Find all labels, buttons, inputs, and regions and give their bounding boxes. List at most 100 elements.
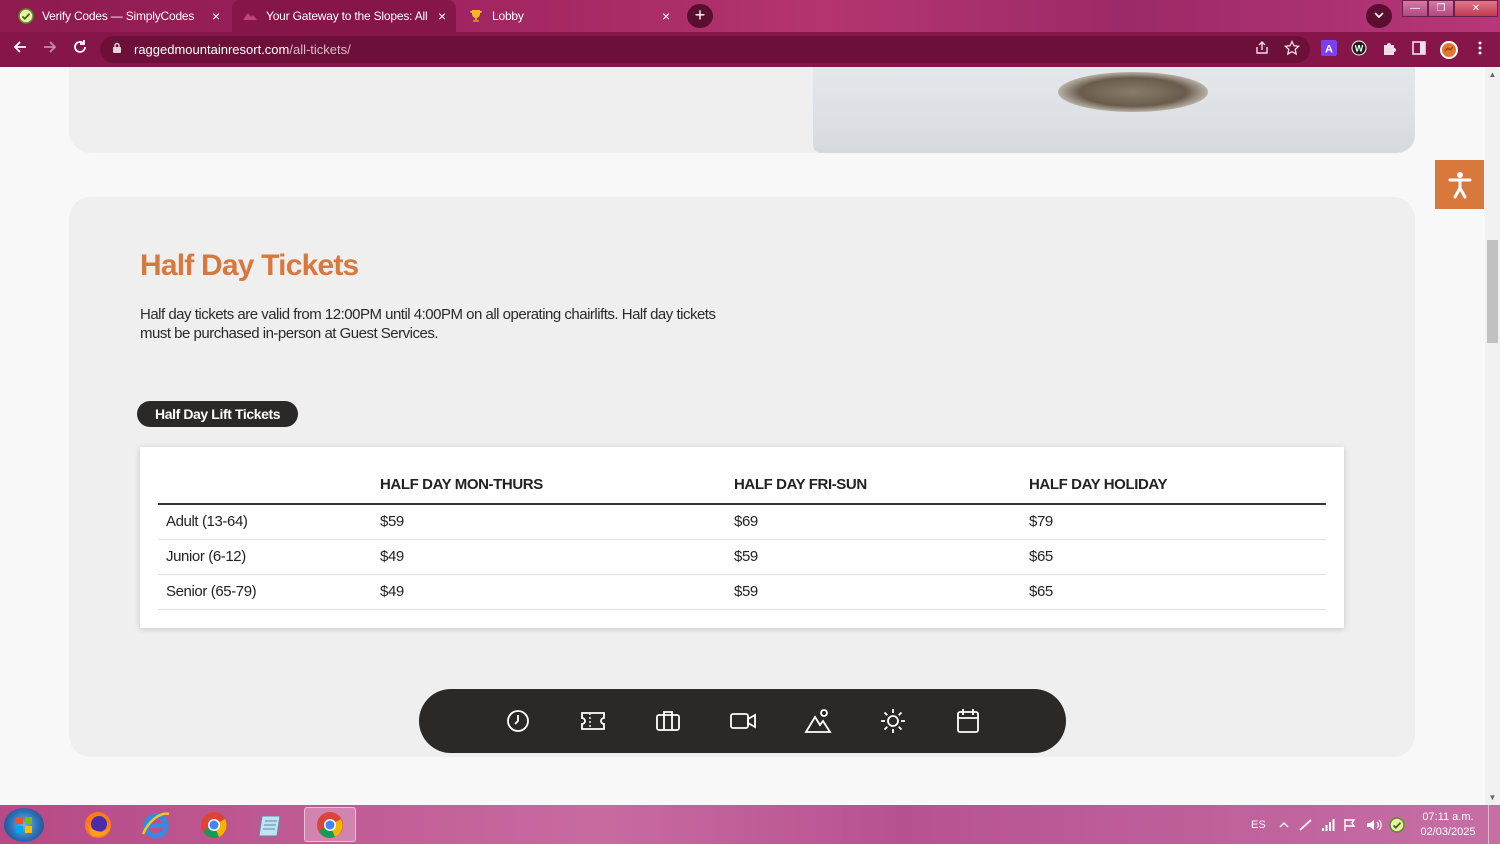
calendar-icon[interactable] — [944, 701, 992, 741]
windows-taskbar: ES 07:11 a.m. 02/03/2025 — [0, 805, 1500, 844]
close-icon[interactable]: × — [662, 8, 670, 24]
language-indicator[interactable]: ES — [1251, 805, 1266, 844]
bookmark-star-icon[interactable] — [1282, 39, 1302, 60]
trophy-icon — [468, 8, 484, 24]
ticket-icon[interactable] — [569, 701, 617, 741]
table-cell: Senior (65-79) — [158, 574, 380, 610]
table-cell: $59 — [734, 574, 1029, 610]
pen-icon[interactable] — [1298, 805, 1314, 844]
scroll-up-arrow[interactable]: ▲ — [1487, 70, 1498, 80]
window-close-button[interactable]: ✕ — [1454, 0, 1498, 17]
extension-a-icon[interactable]: A — [1319, 40, 1339, 60]
mountain-icon[interactable] — [794, 701, 842, 741]
taskbar-chrome-active[interactable] — [304, 807, 356, 842]
video-camera-icon[interactable] — [719, 701, 767, 741]
table-row: Senior (65-79) $49 $59 $65 — [158, 574, 1326, 610]
system-clock[interactable]: 07:11 a.m. 02/03/2025 — [1412, 810, 1484, 840]
profile-avatar-icon[interactable] — [1439, 40, 1459, 60]
svg-text:W: W — [1355, 44, 1364, 54]
reload-button[interactable] — [69, 38, 91, 60]
firefox-icon — [85, 811, 111, 838]
scrollbar-thumb[interactable] — [1487, 240, 1498, 343]
share-icon[interactable] — [1252, 40, 1272, 60]
restore-button[interactable]: ❐ — [1428, 0, 1454, 17]
chevron-down-icon — [1374, 12, 1384, 19]
price-table-card: HALF DAY MON-THURS HALF DAY FRI-SUN HALF… — [140, 447, 1344, 628]
notepad-icon — [258, 815, 281, 836]
hero-card — [69, 67, 1415, 153]
url-path: /all-tickets/ — [289, 42, 351, 57]
clock-time: 07:11 a.m. — [1422, 811, 1474, 823]
sun-icon[interactable] — [869, 701, 917, 741]
close-icon[interactable]: × — [212, 8, 220, 24]
scroll-down-arrow[interactable]: ▼ — [1487, 793, 1498, 803]
taskbar-notepad[interactable] — [246, 807, 298, 842]
volume-icon[interactable] — [1366, 805, 1382, 844]
tab-title: Lobby — [492, 9, 524, 23]
tab-ragged-mountain[interactable]: Your Gateway to the Slopes: All A × — [232, 0, 456, 32]
browser-toolbar: raggedmountainresort.com/all-tickets/ A … — [0, 32, 1500, 67]
table-cell: $59 — [380, 504, 734, 540]
column-header: HALF DAY FRI-SUN — [734, 469, 1029, 505]
section-description: Half day tickets are valid from 12:00PM … — [140, 306, 716, 342]
extension-w-icon[interactable]: W — [1349, 40, 1369, 60]
table-header-row: HALF DAY MON-THURS HALF DAY FRI-SUN HALF… — [158, 469, 1326, 505]
page-scrollbar[interactable] — [1485, 67, 1500, 805]
column-header — [158, 469, 380, 505]
window-controls: — ❐ ✕ — [1402, 0, 1498, 18]
chrome-icon — [201, 811, 227, 838]
ragged-mountain-icon — [242, 8, 258, 24]
address-bar[interactable]: raggedmountainresort.com/all-tickets/ — [100, 36, 1310, 63]
screen: Verify Codes — SimplyCodes × Your Gatewa… — [0, 0, 1500, 844]
tray-expand-icon[interactable] — [1279, 805, 1289, 844]
taskbar-chrome[interactable] — [188, 807, 240, 842]
arrow-left-icon — [13, 41, 26, 53]
close-icon[interactable]: × — [438, 8, 446, 24]
back-button[interactable] — [9, 38, 31, 60]
table-cell: Adult (13-64) — [158, 504, 380, 540]
forward-button[interactable] — [39, 38, 61, 60]
action-center-flag-icon[interactable] — [1343, 805, 1357, 844]
internet-explorer-icon — [141, 811, 170, 838]
section-title: Half Day Tickets — [140, 249, 359, 282]
tab-title: Your Gateway to the Slopes: All A — [266, 9, 431, 23]
new-tab-button[interactable]: + — [687, 4, 713, 28]
start-button[interactable] — [4, 808, 44, 842]
table-cell: $65 — [1029, 539, 1326, 575]
clock-icon[interactable] — [494, 701, 542, 741]
tab-title: Verify Codes — SimplyCodes — [42, 9, 195, 23]
half-day-lift-tickets-tab[interactable]: Half Day Lift Tickets — [137, 401, 299, 427]
snowboard-photo — [813, 67, 1415, 153]
show-desktop-button[interactable] — [1488, 805, 1500, 844]
table-cell: $65 — [1029, 574, 1326, 610]
briefcase-icon[interactable] — [644, 701, 692, 741]
url-domain: raggedmountainresort.com — [134, 42, 290, 57]
tab-strip: Verify Codes — SimplyCodes × Your Gatewa… — [0, 0, 1500, 32]
accessibility-button[interactable] — [1435, 160, 1484, 209]
table-cell: $59 — [734, 539, 1029, 575]
svg-text:A: A — [1325, 44, 1333, 56]
tab-verify-codes[interactable]: Verify Codes — SimplyCodes × — [8, 0, 230, 32]
network-signal-icon[interactable] — [1321, 805, 1335, 844]
tab-lobby[interactable]: Lobby × — [458, 0, 680, 32]
table-cell: $49 — [380, 574, 734, 610]
tab-search-button[interactable] — [1366, 4, 1392, 28]
lock-icon — [112, 42, 122, 57]
simplycodes-icon — [18, 8, 34, 24]
clock-date: 02/03/2025 — [1420, 826, 1476, 838]
more-menu-icon[interactable] — [1470, 40, 1490, 60]
taskbar-internet-explorer[interactable] — [130, 807, 182, 842]
tray-app-icon[interactable] — [1389, 805, 1405, 844]
extensions-puzzle-icon[interactable] — [1379, 40, 1399, 60]
table-row: Adult (13-64) $59 $69 $79 — [158, 504, 1326, 540]
column-header: HALF DAY MON-THURS — [380, 469, 734, 505]
column-header: HALF DAY HOLIDAY — [1029, 469, 1326, 505]
reload-icon — [74, 40, 86, 53]
table-cell: Junior (6-12) — [158, 539, 380, 575]
side-panel-icon[interactable] — [1409, 40, 1429, 60]
taskbar-firefox[interactable] — [72, 807, 124, 842]
table-cell: $69 — [734, 504, 1029, 540]
minimize-button[interactable]: — — [1402, 0, 1428, 17]
accessibility-icon — [1448, 171, 1471, 198]
price-table: HALF DAY MON-THURS HALF DAY FRI-SUN HALF… — [158, 469, 1326, 610]
